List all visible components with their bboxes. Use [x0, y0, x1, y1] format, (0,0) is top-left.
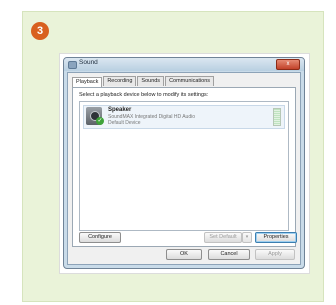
sound-app-icon [68, 61, 77, 69]
title-bar[interactable]: Sound x [64, 58, 304, 71]
playback-panel: Select a playback device below to modify… [72, 87, 297, 247]
instruction-text: Select a playback device below to modify… [79, 92, 209, 98]
cancel-button[interactable]: Cancel [208, 249, 250, 260]
screenshot-frame: Sound x Playback Recording Sounds Commun… [60, 54, 309, 273]
device-name: Speaker [108, 107, 132, 113]
step-number-badge: 3 [31, 22, 49, 40]
tab-strip: Playback Recording Sounds Communications [72, 76, 215, 87]
sound-dialog: Sound x Playback Recording Sounds Commun… [63, 57, 305, 269]
set-default-dropdown-icon[interactable]: ▾ [242, 232, 252, 243]
tab-communications[interactable]: Communications [165, 76, 215, 86]
tab-sounds[interactable]: Sounds [137, 76, 165, 86]
device-status: Default Device [108, 120, 141, 126]
properties-button[interactable]: Properties [255, 232, 297, 243]
check-icon: ✓ [96, 117, 104, 125]
dialog-body: Playback Recording Sounds Communications… [67, 72, 301, 265]
tab-recording[interactable]: Recording [103, 76, 137, 86]
ok-button[interactable]: OK [166, 249, 202, 260]
set-default-button[interactable]: Set Default [204, 232, 242, 243]
device-list[interactable]: ✓ Speaker SoundMAX Integrated Digital HD… [79, 101, 289, 231]
close-button[interactable]: x [276, 59, 300, 70]
configure-button[interactable]: Configure [79, 232, 121, 243]
window-title: Sound [79, 59, 98, 66]
tab-playback[interactable]: Playback [72, 77, 103, 87]
volume-level-meter [273, 108, 281, 126]
device-row-speaker[interactable]: ✓ Speaker SoundMAX Integrated Digital HD… [83, 105, 285, 129]
apply-button[interactable]: Apply [255, 249, 295, 260]
